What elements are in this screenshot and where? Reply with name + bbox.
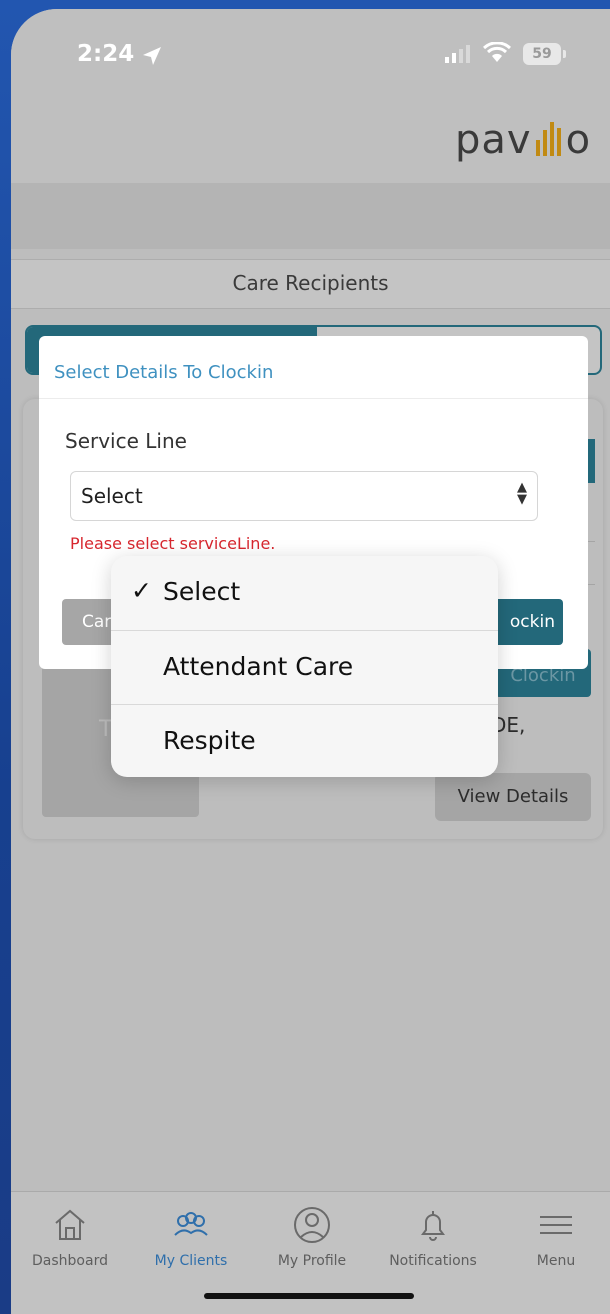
- page-title: Care Recipients: [232, 271, 389, 295]
- clockin-button[interactable]: ockin: [489, 599, 563, 645]
- profile-icon: [294, 1207, 330, 1243]
- picker-option-select[interactable]: ✓ Select: [111, 556, 498, 630]
- picker-option-label: Attendant Care: [163, 652, 354, 681]
- logo-text-right: o: [565, 117, 592, 163]
- battery-nub: [563, 50, 566, 58]
- nav-notifications[interactable]: Notifications: [378, 1205, 488, 1269]
- clients-icon: [174, 1212, 208, 1236]
- nav-label: My Clients: [154, 1253, 228, 1269]
- nav-my-profile[interactable]: My Profile: [257, 1205, 367, 1269]
- service-line-picker: ✓ Select Attendant Care Respite: [111, 556, 498, 777]
- nav-label: Menu: [536, 1253, 576, 1269]
- picker-option-label: Select: [163, 577, 241, 606]
- nav-label: Notifications: [389, 1253, 477, 1269]
- picker-option-respite[interactable]: Respite: [111, 704, 498, 777]
- nav-menu[interactable]: Menu: [501, 1205, 610, 1269]
- signal-icon: [445, 45, 470, 63]
- hamburger-icon: [540, 1216, 572, 1234]
- logo-bars: [534, 122, 564, 156]
- nav-dashboard[interactable]: Dashboard: [15, 1205, 125, 1269]
- header-band: [11, 183, 610, 249]
- nav-my-clients[interactable]: My Clients: [136, 1205, 246, 1269]
- modal-divider: [39, 398, 588, 399]
- picker-option-attendant-care[interactable]: Attendant Care: [111, 630, 498, 704]
- phone-screen: 2:24 59 pav o Care Recipients T Clockin D…: [11, 9, 610, 1314]
- home-indicator: [204, 1293, 414, 1299]
- select-value: Select: [81, 484, 143, 508]
- location-arrow-icon: [143, 47, 161, 65]
- modal-title: Select Details To Clockin: [54, 362, 274, 383]
- wifi-icon: [483, 42, 511, 62]
- view-details-button[interactable]: View Details: [435, 773, 591, 821]
- nav-label: Dashboard: [32, 1253, 108, 1269]
- error-message: Please select serviceLine.: [70, 534, 276, 553]
- house-icon: [55, 1209, 85, 1240]
- service-line-select[interactable]: Select ▲ ▼: [70, 471, 538, 521]
- nav-label: My Profile: [277, 1253, 347, 1269]
- service-line-label: Service Line: [65, 429, 187, 453]
- logo-text-left: pav: [455, 117, 532, 163]
- checkmark-icon: ✓: [131, 576, 152, 605]
- bell-icon: [421, 1211, 445, 1241]
- pavillio-logo: pav o: [455, 117, 591, 163]
- battery-icon: 59: [523, 43, 561, 65]
- status-time: 2:24: [77, 41, 135, 67]
- updown-arrows-icon: ▲ ▼: [517, 480, 527, 507]
- picker-option-label: Respite: [163, 726, 256, 755]
